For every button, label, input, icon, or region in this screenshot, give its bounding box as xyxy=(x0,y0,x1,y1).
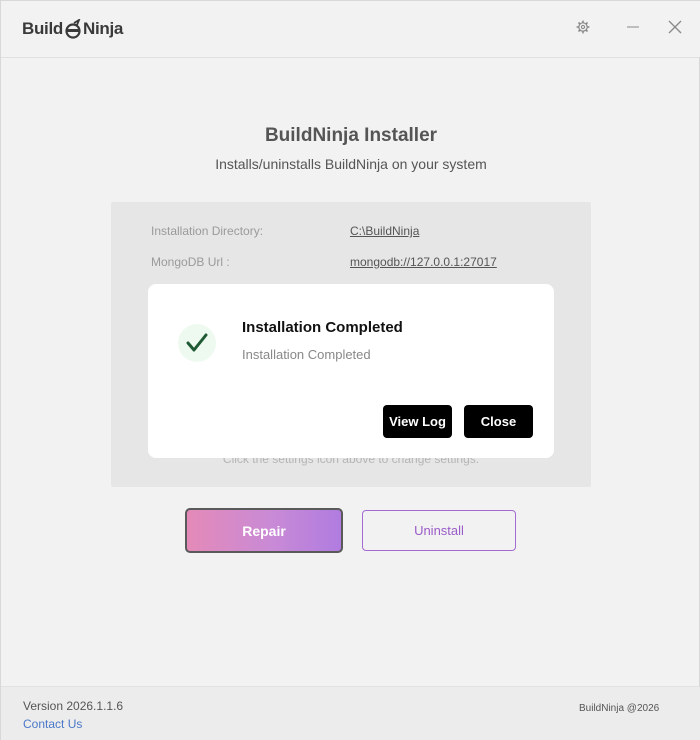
checkmark-icon xyxy=(178,324,216,362)
modal-overlay: Installation Completed Installation Comp… xyxy=(1,1,700,740)
dialog-message: Installation Completed xyxy=(242,347,371,362)
installer-window: Build Ninja BuildNinja Installer Install… xyxy=(0,0,700,740)
dialog-title: Installation Completed xyxy=(242,319,403,336)
close-dialog-button[interactable]: Close xyxy=(464,405,533,438)
completion-dialog: Installation Completed Installation Comp… xyxy=(148,284,554,458)
view-log-button[interactable]: View Log xyxy=(383,405,452,438)
